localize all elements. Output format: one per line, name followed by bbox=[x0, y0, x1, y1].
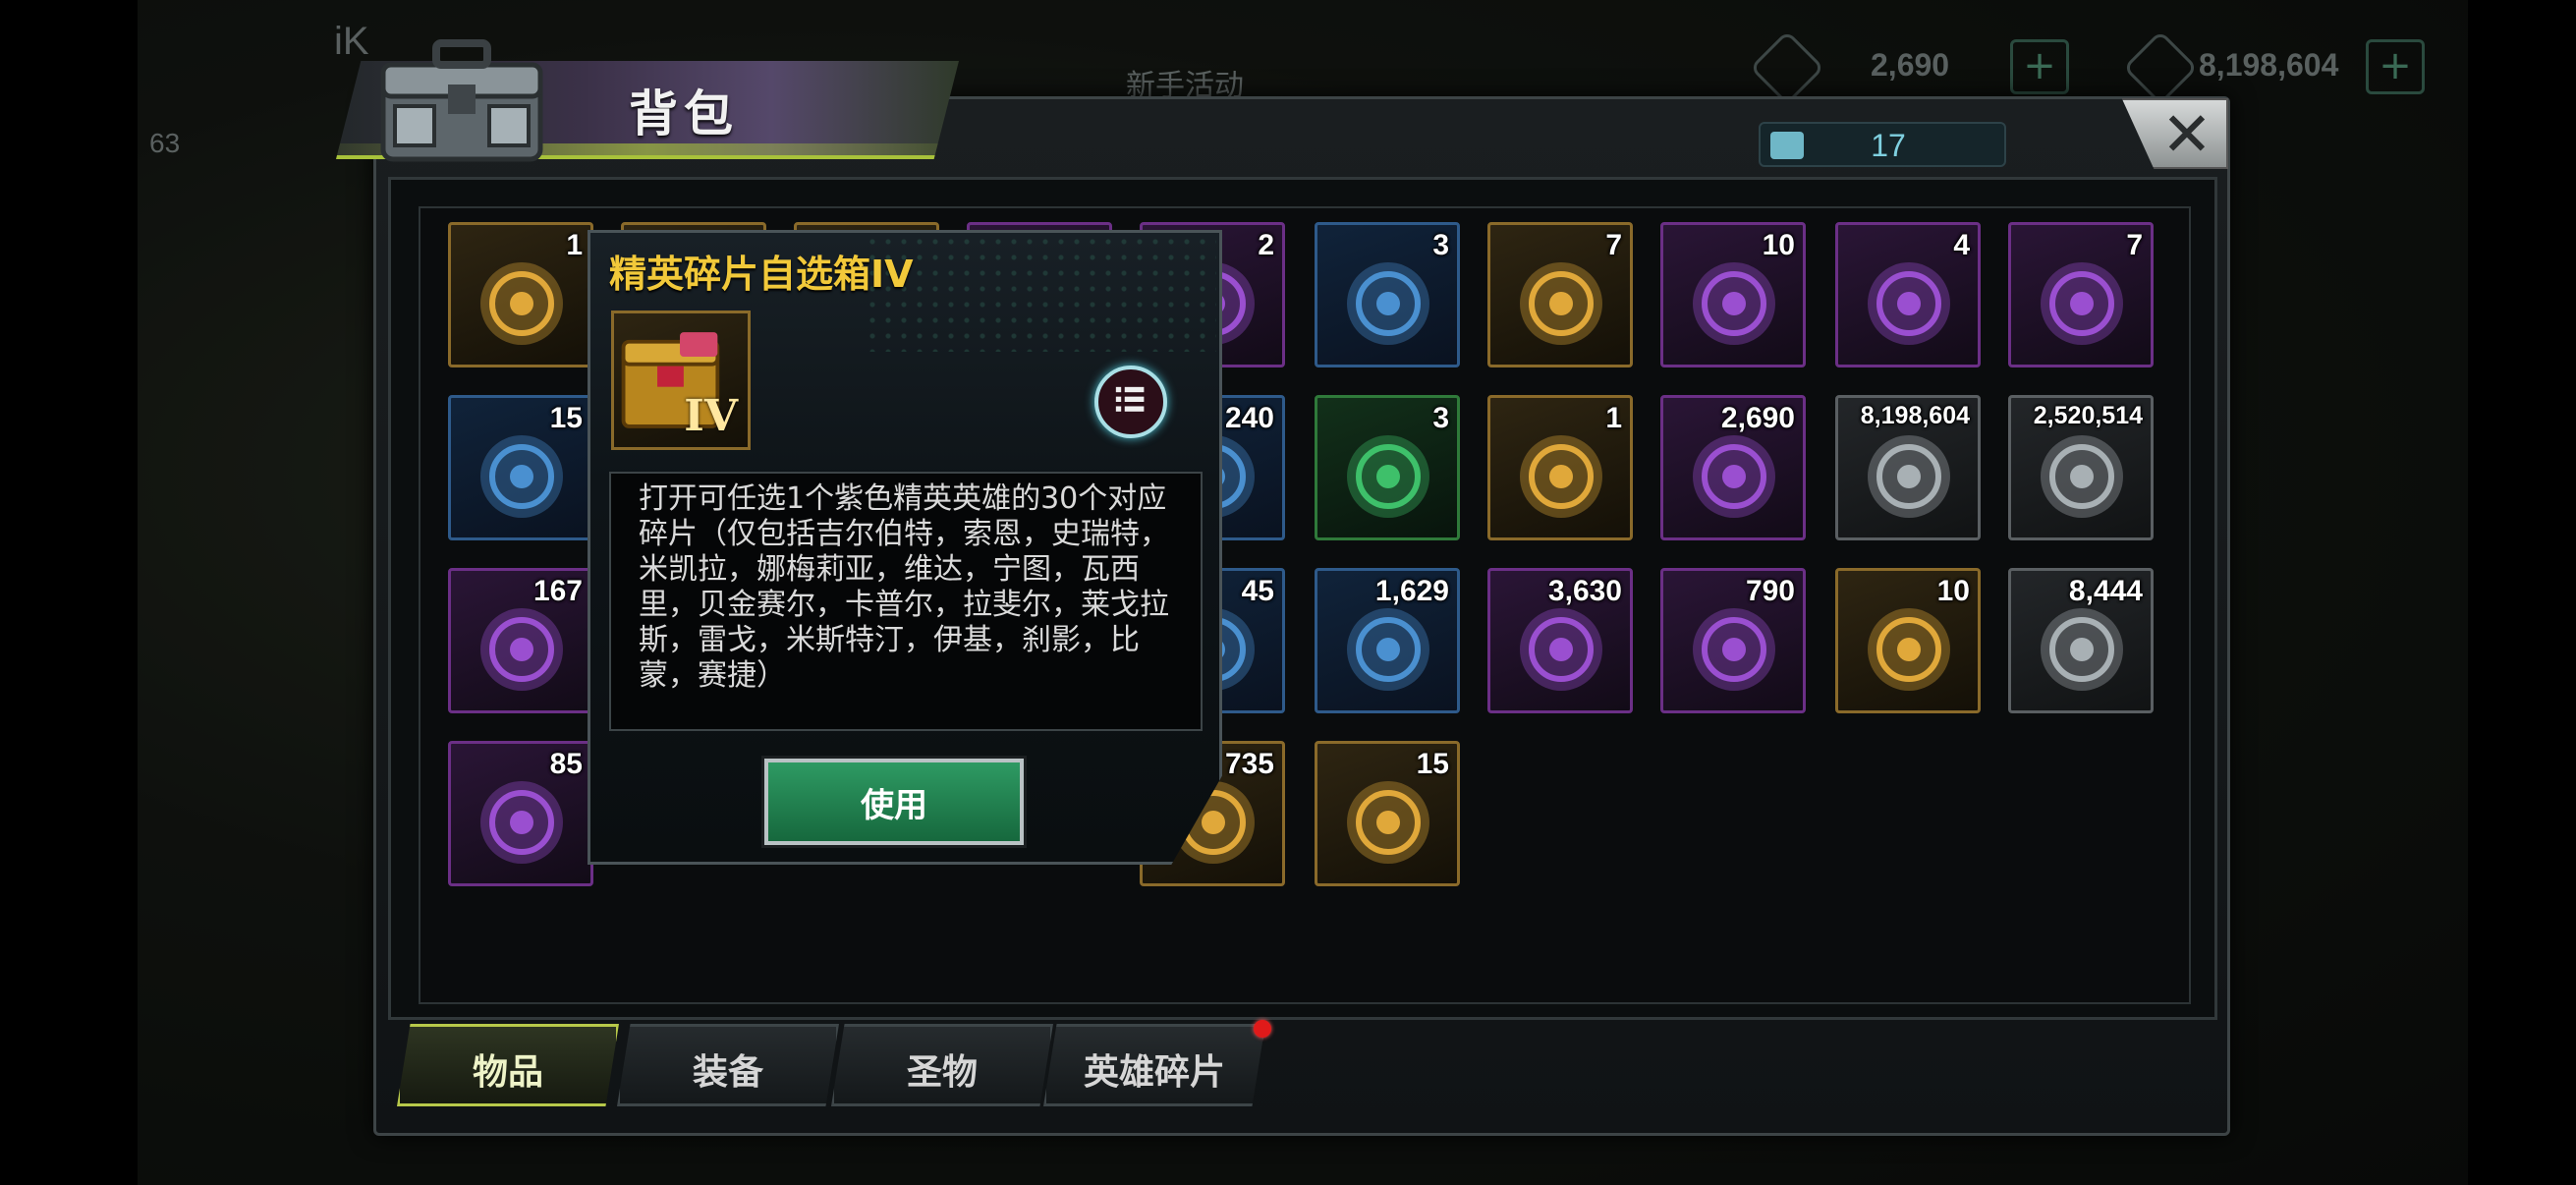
elite-shard-chest-icon bbox=[480, 262, 563, 345]
use-button-label[interactable]: 使用 bbox=[764, 778, 1024, 826]
item-count: 3 bbox=[1432, 402, 1449, 434]
inventory-slot[interactable]: 2,520,514 bbox=[2008, 395, 2154, 540]
hud-currency-2: 8,198,604 bbox=[2199, 47, 2339, 83]
inventory-slot[interactable]: 1 bbox=[448, 222, 593, 367]
popup-item-name: 精英碎片自选箱IV bbox=[609, 253, 914, 296]
item-count: 10 bbox=[1762, 229, 1795, 261]
tab-items-label[interactable]: 物品 bbox=[397, 1044, 619, 1095]
bag-capacity-icon bbox=[1770, 132, 1804, 159]
item-count: 45 bbox=[1241, 575, 1274, 607]
item-details-button[interactable] bbox=[1094, 366, 1167, 438]
item-count: 1 bbox=[566, 229, 583, 261]
inventory-slot[interactable]: 7 bbox=[2008, 222, 2154, 367]
tab-equipment-label[interactable]: 装备 bbox=[617, 1044, 839, 1095]
inventory-slot[interactable]: 3,630 bbox=[1487, 568, 1633, 713]
inventory-slot[interactable]: 1 bbox=[1487, 395, 1633, 540]
inventory-slot[interactable]: 3 bbox=[1315, 395, 1460, 540]
popup-icon-tier: IV bbox=[684, 391, 738, 441]
item-count: 2,520,514 bbox=[2033, 402, 2143, 429]
speedup-4h-icon bbox=[1347, 262, 1429, 345]
capacity-counter: 17 bbox=[1759, 122, 2006, 167]
inventory-slot[interactable]: 1,629 bbox=[1315, 568, 1460, 713]
gold-coins-icon bbox=[1868, 435, 1950, 518]
popup-item-icon: IV bbox=[611, 310, 751, 450]
list-icon bbox=[1115, 386, 1145, 412]
inventory-slot[interactable]: 4 bbox=[1835, 222, 1981, 367]
page-title: 背包 bbox=[629, 85, 739, 142]
hud-currency-1: 2,690 bbox=[1871, 47, 1950, 83]
popup-decor-pattern bbox=[865, 234, 1216, 352]
token-bottlecap-icon bbox=[1868, 262, 1950, 345]
item-count: 15 bbox=[549, 402, 583, 434]
item-count: 8,198,604 bbox=[1860, 402, 1970, 429]
hud-level: 63 bbox=[149, 128, 181, 158]
swim-ring-icon bbox=[1347, 435, 1429, 518]
popup-description: 打开可任选1个紫色精英英雄的30个对应碎片（仅包括吉尔伯特，索恩，史瑞特，米凯拉… bbox=[639, 481, 1169, 693]
capacity-value: 17 bbox=[1871, 128, 1906, 163]
inventory-slot[interactable]: 8,198,604 bbox=[1835, 395, 1981, 540]
inventory-slot[interactable]: 10 bbox=[1835, 568, 1981, 713]
item-count: 240 bbox=[1224, 402, 1274, 434]
item-count: 15 bbox=[1416, 748, 1449, 780]
notification-dot bbox=[1254, 1020, 1271, 1038]
lips-badge-icon bbox=[1520, 262, 1602, 345]
tab-relics-label[interactable]: 圣物 bbox=[831, 1044, 1053, 1095]
item-count: 1 bbox=[1605, 402, 1622, 434]
inventory-slot[interactable]: 2,690 bbox=[1660, 395, 1806, 540]
inventory-slot[interactable]: 790 bbox=[1660, 568, 1806, 713]
item-count: 735 bbox=[1224, 748, 1274, 780]
item-count: 4 bbox=[1953, 229, 1970, 261]
hud-add-button-1: + bbox=[2010, 39, 2069, 94]
inventory-slot[interactable]: 10 bbox=[1660, 222, 1806, 367]
item-count: 1,629 bbox=[1374, 575, 1449, 607]
item-count: 7 bbox=[2126, 229, 2143, 261]
inventory-slot[interactable]: 15 bbox=[1315, 741, 1460, 886]
backpack-chest-icon bbox=[380, 39, 543, 162]
hud-add-button-2: + bbox=[2366, 39, 2425, 94]
item-count: 7 bbox=[1605, 229, 1622, 261]
hud-player-name: iK bbox=[334, 20, 369, 63]
inventory-slot[interactable]: 167 bbox=[448, 568, 593, 713]
inventory-slot[interactable]: 15 bbox=[448, 395, 593, 540]
item-count: 167 bbox=[532, 575, 583, 607]
inventory-slot[interactable]: 7 bbox=[1487, 222, 1633, 367]
toxic-canister-icon bbox=[2041, 435, 2123, 518]
item-count: 3 bbox=[1432, 229, 1449, 261]
weapon-card-icon bbox=[1520, 435, 1602, 518]
item-count: 85 bbox=[549, 748, 583, 780]
item-count: 3,630 bbox=[1547, 575, 1622, 607]
item-count: 790 bbox=[1745, 575, 1795, 607]
inventory-slot[interactable]: 3 bbox=[1315, 222, 1460, 367]
item-count: 8,444 bbox=[2068, 575, 2143, 607]
item-count: 10 bbox=[1936, 575, 1970, 607]
police-badge-icon bbox=[2041, 262, 2123, 345]
inventory-slot[interactable]: 85 bbox=[448, 741, 593, 886]
inventory-slot[interactable]: 8,444 bbox=[2008, 568, 2154, 713]
tab-hero-shards-label[interactable]: 英雄碎片 bbox=[1043, 1044, 1265, 1095]
item-count: 2,690 bbox=[1720, 402, 1795, 434]
close-icon[interactable]: ✕ bbox=[2161, 98, 2212, 170]
item-count: 2 bbox=[1258, 229, 1274, 261]
